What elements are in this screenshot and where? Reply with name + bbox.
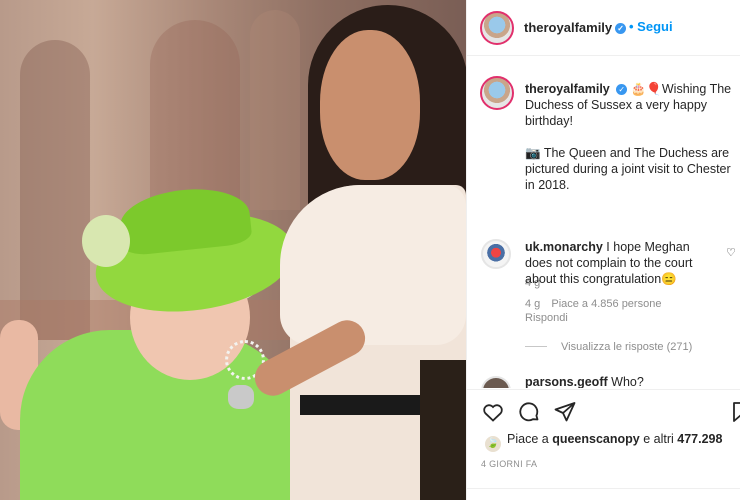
author-avatar[interactable]: [480, 11, 514, 45]
replies-divider: [525, 346, 547, 347]
paper-plane-icon[interactable]: [553, 400, 577, 424]
caption-author-handle[interactable]: theroyalfamily: [525, 82, 610, 96]
comment-item: uk.monarchy I hope Meghan does not compl…: [467, 236, 740, 336]
reply-button[interactable]: Rispondi: [525, 312, 568, 324]
verified-badge-icon: ✓: [615, 23, 627, 34]
cream-cape: [280, 185, 466, 345]
author-handle[interactable]: theroyalfamily ✓: [524, 20, 627, 35]
liker-handle[interactable]: queenscanopy: [552, 432, 640, 446]
commenter-avatar[interactable]: [481, 376, 511, 388]
likes-count[interactable]: 477.298: [677, 432, 722, 446]
post-side-panel: theroyalfamily ✓ • Segui theroyalfamily ✓…: [466, 0, 740, 500]
background-arch: [250, 10, 300, 210]
brooch: [228, 385, 254, 409]
commenter-handle[interactable]: parsons.geoff: [525, 375, 608, 388]
duchess-face: [320, 30, 420, 180]
caption-line-2: The Queen and The Duchess are pictured d…: [525, 146, 731, 192]
bookmark-icon[interactable]: [729, 400, 740, 424]
comment-age: 4 g: [525, 298, 541, 310]
commenter-avatar[interactable]: [481, 239, 511, 269]
comment-meta: 4 g Piace a 4.856 persone: [525, 298, 669, 310]
caption-emoji: 🎂🎈: [630, 82, 662, 96]
verified-badge-icon: ✓: [616, 84, 628, 95]
action-bar: [467, 389, 740, 433]
liker-avatar[interactable]: 🍃: [485, 436, 501, 452]
background-arch: [20, 40, 90, 340]
follow-button[interactable]: • Segui: [629, 19, 673, 34]
post-photo[interactable]: [0, 0, 466, 500]
caption-author-avatar[interactable]: [480, 76, 514, 110]
comment-like-heart-icon[interactable]: ♡: [726, 246, 736, 259]
comment-bubble-icon[interactable]: [517, 400, 541, 424]
post-header: theroyalfamily ✓ • Segui: [467, 0, 740, 56]
divider: [467, 488, 740, 489]
comment-text: parsons.geoff Who?: [525, 375, 644, 388]
background-guard: [420, 360, 466, 500]
hat-flower: [82, 215, 130, 267]
likes-summary: 🍃 Piace a queenscanopy e altri 477.298: [485, 432, 722, 452]
view-replies-button[interactable]: Visualizza le risposte (271): [525, 341, 692, 353]
comment-likes[interactable]: Piace a 4.856 persone: [551, 298, 661, 310]
post-date[interactable]: 4 GIORNI FA: [481, 459, 537, 469]
caption-text: theroyalfamily ✓ 🎂🎈Wishing The Duchess o…: [525, 81, 735, 209]
heart-icon[interactable]: [481, 400, 505, 424]
comment-item: parsons.geoff Who?: [467, 372, 740, 388]
comment-body: Who?: [611, 375, 644, 388]
camera-emoji: 📷: [525, 146, 541, 160]
comment-text: uk.monarchy I hope Meghan does not compl…: [525, 239, 715, 287]
commenter-handle[interactable]: uk.monarchy: [525, 240, 603, 254]
